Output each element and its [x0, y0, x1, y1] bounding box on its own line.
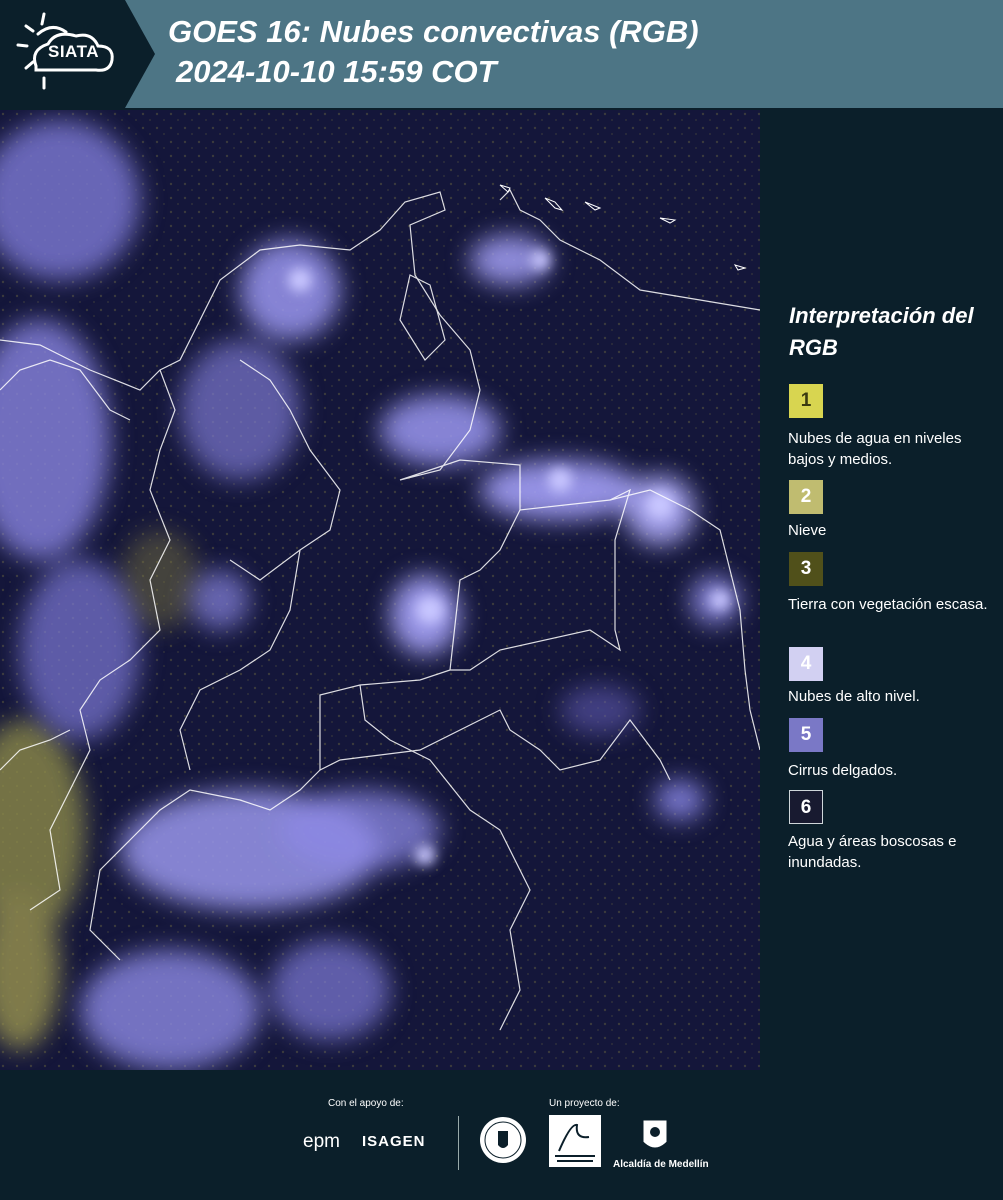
satellite-image — [0, 110, 760, 1070]
satellite-rgb-image — [0, 110, 760, 1070]
support-caption: Con el apoyo de: — [328, 1098, 404, 1109]
epm-logo: epm — [303, 1131, 340, 1152]
legend-swatch-5: 5 — [789, 718, 823, 752]
legend-label-4: Nubes de alto nivel. — [788, 688, 920, 705]
area-metropolitana-logo-icon — [549, 1115, 601, 1167]
legend-title: Interpretación del RGB — [789, 303, 974, 360]
legend-number-5: 5 — [800, 724, 812, 745]
footer-divider — [458, 1116, 459, 1170]
legend-swatch-2: 2 — [789, 480, 823, 514]
logo-text: SIATA — [48, 42, 99, 61]
legend-label-6: Agua y áreas boscosas e inundadas. — [788, 833, 957, 871]
legend-label-5: Cirrus delgados. — [788, 762, 898, 779]
header-bar: SIATA GOES 16: Nubes convectivas (RGB) 2… — [0, 0, 1003, 108]
legend-label-1: Nubes de agua en niveles bajos y medios. — [788, 430, 962, 468]
legend-number-3: 3 — [800, 558, 812, 579]
legend-swatch-3: 3 — [789, 552, 823, 586]
legend-number-1: 1 — [800, 390, 812, 411]
isagen-logo: ISAGEN — [362, 1133, 426, 1150]
medellin-seal-icon — [480, 1117, 526, 1163]
legend-swatch-4: 4 — [789, 647, 823, 681]
legend-label-3: Tierra con vegetación escasa. — [788, 596, 988, 613]
legend-swatch-1: 1 — [789, 384, 823, 418]
footer: Con el apoyo de: Un proyecto de: epm ISA… — [0, 1070, 1003, 1200]
alcaldia-shield-icon — [642, 1119, 668, 1149]
legend-panel: Interpretación del RGB 1 Nubes de agua e… — [762, 110, 1003, 1070]
legend-label-2: Nieve — [788, 522, 827, 539]
legend-number-2: 2 — [800, 486, 812, 507]
alcaldia-label: Alcaldía de Medellín — [613, 1159, 709, 1170]
legend-number-4: 4 — [800, 653, 812, 674]
page-timestamp: 2024-10-10 15:59 COT — [176, 54, 497, 89]
page-title: GOES 16: Nubes convectivas (RGB) — [168, 14, 699, 49]
project-caption: Un proyecto de: — [549, 1098, 620, 1109]
legend-swatch-6: 6 — [789, 790, 823, 824]
siata-logo: SIATA — [0, 0, 155, 108]
legend-number-6: 6 — [800, 797, 812, 818]
